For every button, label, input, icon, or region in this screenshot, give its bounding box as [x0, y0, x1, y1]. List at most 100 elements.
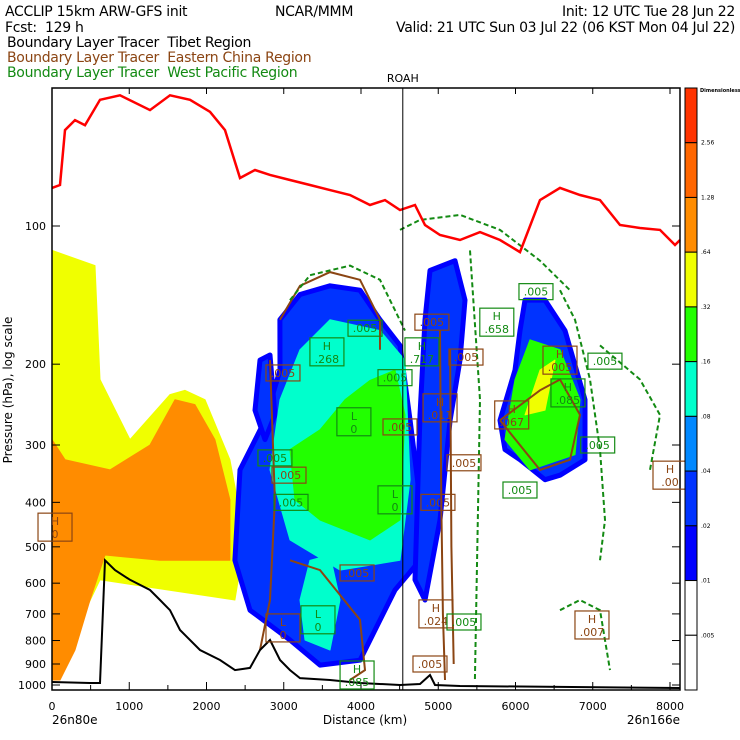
x-tick-label: 6000	[502, 700, 530, 713]
contour-label-value: .067	[499, 416, 524, 429]
x-axis-title: Distance (km)	[323, 713, 407, 727]
contour-label: .005	[271, 466, 307, 484]
x-tick-label: 2000	[193, 700, 221, 713]
contour-label-value: 0	[391, 501, 398, 514]
y-tick-label: 200	[25, 358, 46, 371]
plot-svg: ROAH 0 1000 2000 3000 4000 5000 6000 7000 800010…	[1, 72, 740, 727]
contour-label-extremum: H	[556, 348, 564, 361]
contour-label-extremum: L	[392, 488, 399, 501]
contour-label-value: .005	[593, 355, 618, 368]
contour-label: .005	[448, 348, 484, 366]
colorbar-label: 2.56	[701, 140, 715, 147]
colorbar-label: .08	[701, 413, 711, 420]
x-tick-label: 5000	[424, 700, 452, 713]
contour-label-extremum: H	[508, 403, 516, 416]
contour-label: .005	[580, 436, 616, 454]
contour-label: .005	[265, 364, 301, 382]
contour-label-value: .005	[452, 616, 477, 629]
contour-label: .005	[414, 313, 450, 331]
contour-label-value: .005	[585, 439, 610, 452]
colorbar-label: .64	[701, 249, 711, 256]
contour-label-extremum: H	[588, 613, 596, 626]
x-tick-label: 8000	[656, 700, 684, 713]
contour-label-extremum: L	[351, 410, 358, 423]
contour-label: .005	[420, 493, 456, 511]
contour-label-value: .005	[418, 658, 443, 671]
contour-label-extremum: H	[666, 463, 674, 476]
colorbar: Dimensionless 2.56 1.28 .64 .32 .16 .08 .04 .02.…	[684, 87, 740, 691]
roah-marker-label: ROAH	[387, 72, 419, 85]
contour-label-extremum: L	[280, 616, 287, 629]
y-tick-label: 1000	[18, 679, 46, 692]
colorbar-segment	[684, 361, 698, 417]
colorbar-segment	[684, 415, 698, 472]
colorbar-segment	[684, 142, 698, 198]
contour-label-value: .005	[524, 286, 549, 299]
contour-label-value: 0	[350, 423, 357, 436]
colorbar-segment	[684, 87, 698, 144]
contour-label-value: .005	[383, 372, 408, 385]
contour-label: .005	[502, 481, 538, 499]
contour-label: H.658	[479, 307, 515, 337]
contour-label: .005	[257, 449, 293, 467]
contour-label: .005	[587, 352, 623, 370]
contour-label-extremum: H	[436, 396, 444, 409]
x-tick-label: 3000	[270, 700, 298, 713]
colorbar-label: .01	[701, 578, 711, 585]
contour-label-extremum: H	[51, 515, 59, 528]
right-endpoint-label: 26n166e	[627, 713, 680, 727]
contour-label: .005	[273, 493, 309, 511]
colorbar-label: 1.28	[701, 194, 715, 201]
contour-label: .005	[382, 418, 418, 436]
contour-label-extremum: H	[323, 340, 331, 353]
contour-label: .005	[347, 319, 383, 337]
contour-label: H.085	[339, 660, 375, 690]
colorbar-segment	[684, 196, 698, 253]
contour-label-extremum: H	[432, 602, 440, 615]
y-tick-label: 400	[25, 496, 46, 509]
contour-label-value: 0	[314, 621, 321, 634]
contour-label-value: .005	[548, 361, 573, 374]
contour-label-value: .005	[454, 351, 479, 364]
x-tick-label: 4000	[347, 700, 375, 713]
contour-label-value: .085	[345, 676, 370, 689]
contour-label-value: 0	[52, 528, 59, 541]
colorbar-segment	[684, 634, 698, 691]
contour-label-value: .005	[263, 452, 288, 465]
contour-label-value: .005	[279, 496, 304, 509]
y-tick-label: 100	[25, 220, 46, 233]
x-tick-label: 7000	[579, 700, 607, 713]
contour-label-value: .00	[661, 476, 679, 489]
contour-label: H.00	[652, 460, 688, 490]
contour-label-value: .658	[485, 323, 510, 336]
y-tick-label: 600	[25, 577, 46, 590]
x-tick-label: 1000	[115, 700, 143, 713]
colorbar-label: .16	[701, 359, 711, 366]
colorbar-label: .005	[701, 632, 715, 639]
contour-label-value: .005	[420, 316, 445, 329]
contour-label-value: .717	[410, 353, 435, 366]
contour-label-extremum: H	[493, 310, 501, 323]
y-tick-label: 800	[25, 635, 46, 648]
contour-label-value: .005	[426, 496, 451, 509]
y-tick-label: 700	[25, 608, 46, 621]
colorbar-label: .04	[701, 468, 711, 475]
contour-label: H.007	[574, 610, 610, 640]
tropopause-line	[51, 93, 681, 254]
y-axis-title: Pressure (hPa), log scale	[1, 317, 15, 464]
contour-label: .005	[377, 369, 413, 387]
colorbar-label: .02	[701, 523, 711, 530]
contour-label-value: .005	[277, 469, 302, 482]
y-tick-label: 900	[25, 658, 46, 671]
contour-label: .005	[518, 283, 554, 301]
contour-label-value: .005	[452, 457, 477, 470]
contour-label-value: .005	[353, 322, 378, 335]
contour-label-value: .085	[556, 394, 581, 407]
contour-label-value: .024	[424, 615, 449, 628]
colorbar-segment	[684, 525, 698, 582]
contour-label: .005	[446, 613, 482, 631]
contour-label: .005	[446, 454, 482, 472]
colorbar-segment	[684, 306, 698, 363]
contour-label-extremum: H	[418, 340, 426, 353]
y-tick-label: 500	[25, 541, 46, 554]
